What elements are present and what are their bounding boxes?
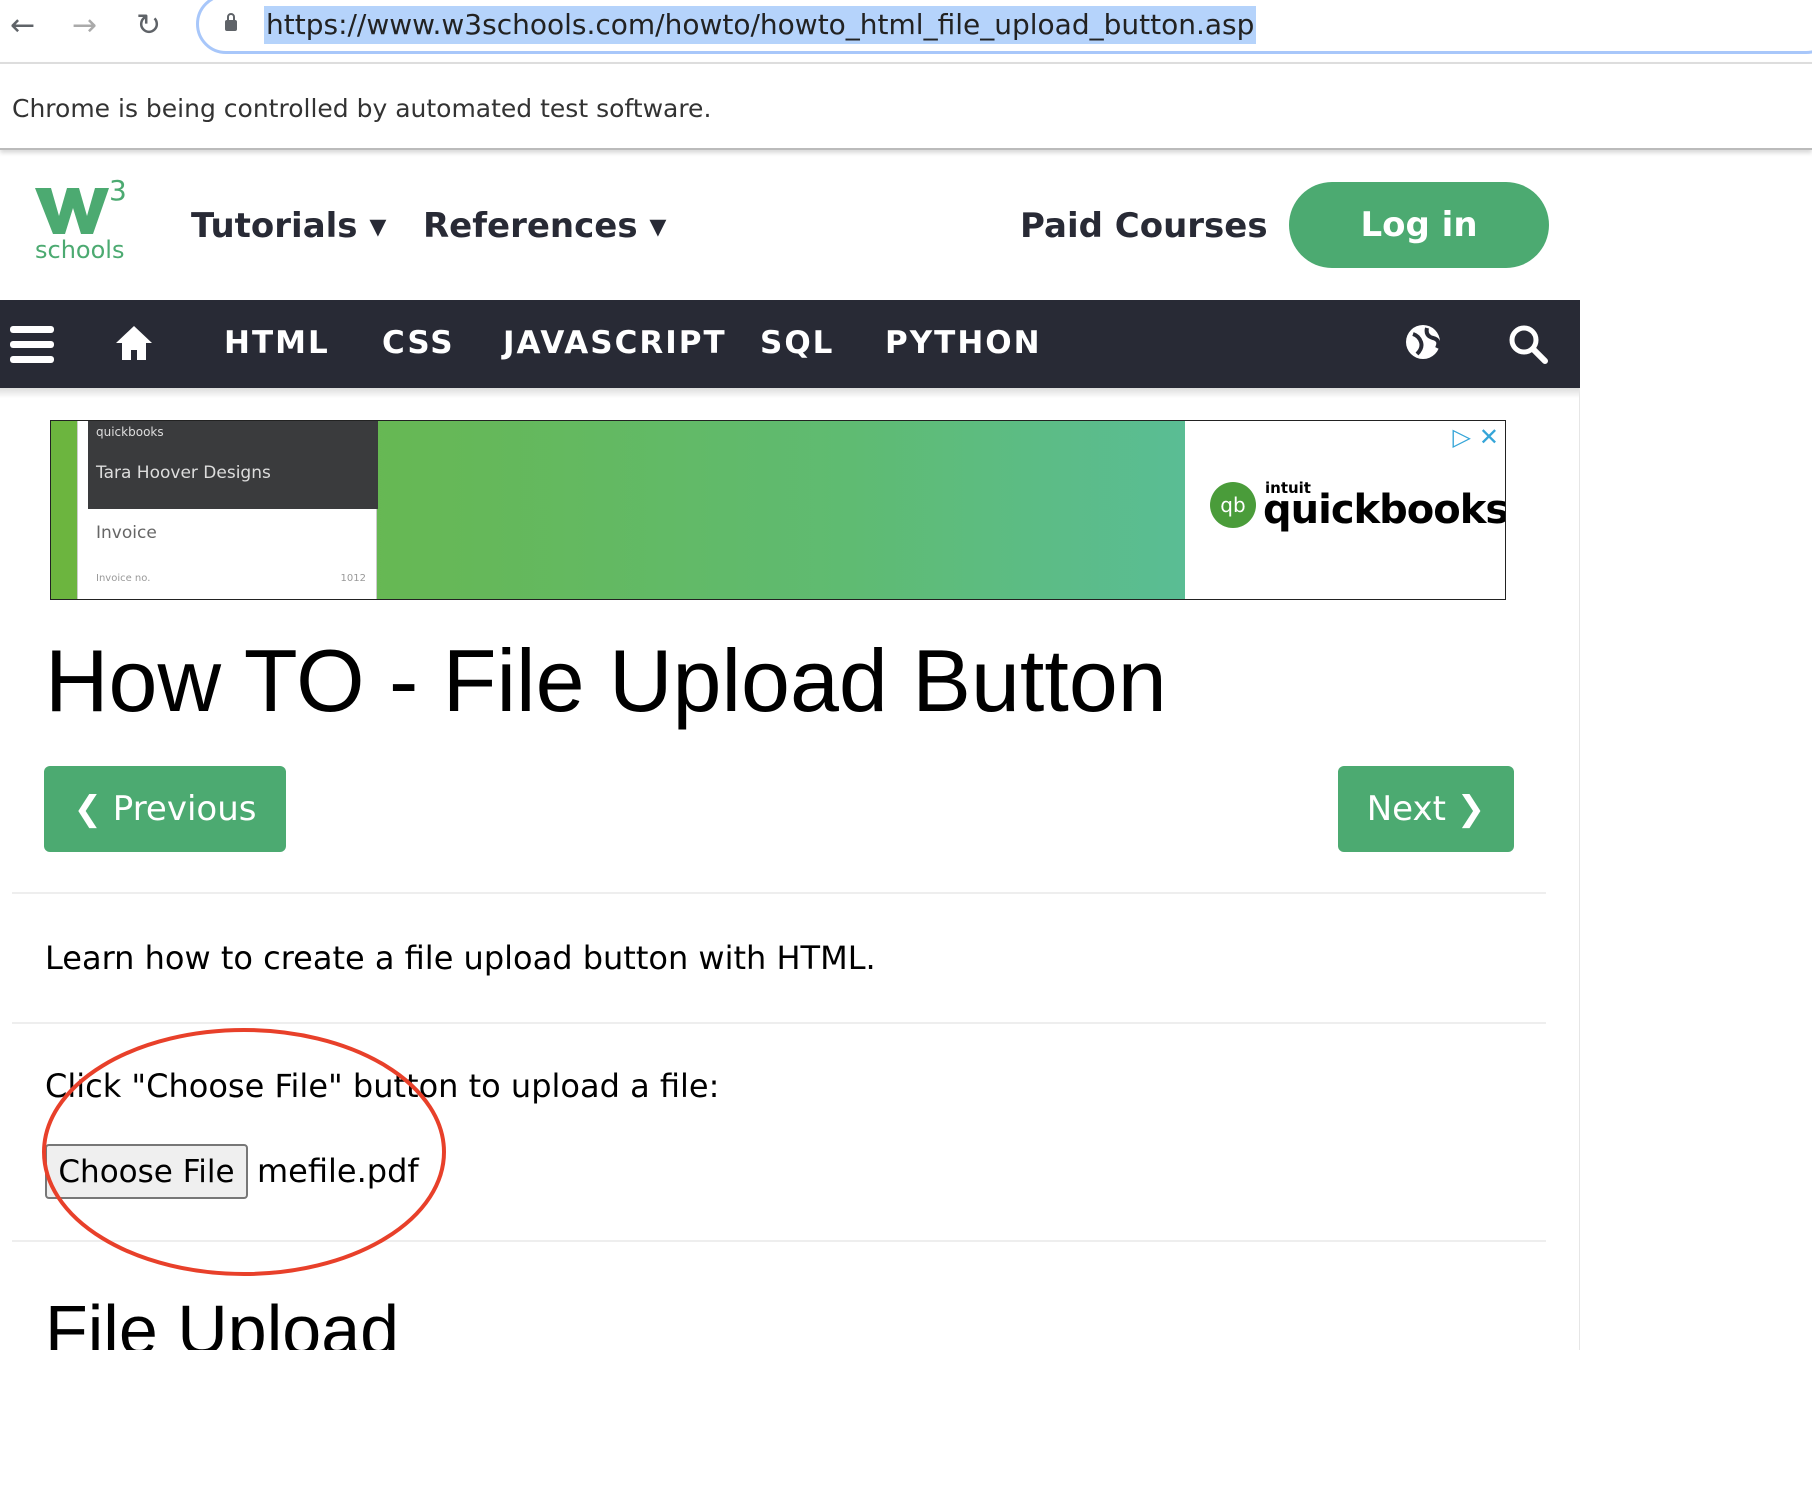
search-icon[interactable] bbox=[1508, 324, 1548, 364]
logo-text: schools bbox=[35, 236, 125, 264]
ad-invoice-card: quickbooks Tara Hoover Designs Invoice I… bbox=[77, 421, 378, 599]
ad-card-invoice-no: Invoice no. bbox=[96, 573, 151, 584]
ad-card-brand: quickbooks bbox=[96, 425, 164, 439]
ad-card-invoice: Invoice bbox=[96, 523, 157, 543]
ad-close-icon[interactable]: ✕ bbox=[1479, 423, 1499, 451]
ad-brand-panel: ▷ ✕ qb intuit quickbooks bbox=[1185, 421, 1506, 599]
ad-card-number: 1012 bbox=[340, 573, 366, 584]
paid-courses-link[interactable]: Paid Courses bbox=[1020, 206, 1268, 246]
tutorials-menu[interactable]: Tutorials ▾ bbox=[191, 206, 386, 246]
references-menu[interactable]: References ▾ bbox=[423, 206, 666, 246]
browser-toolbar: ← → ↻ https://www.w3schools.com/howto/ho… bbox=[0, 0, 1812, 62]
top-nav: HTML CSS JAVASCRIPT SQL PYTHON bbox=[0, 300, 1580, 388]
advertisement-banner[interactable]: quickbooks Tara Hoover Designs Invoice I… bbox=[50, 420, 1506, 600]
ad-card-company: Tara Hoover Designs bbox=[96, 463, 271, 483]
nav-css[interactable]: CSS bbox=[382, 325, 455, 361]
forward-icon[interactable]: → bbox=[72, 8, 97, 43]
w3-logo-mark-icon bbox=[35, 188, 109, 234]
divider bbox=[12, 1022, 1546, 1024]
nav-python[interactable]: PYTHON bbox=[885, 325, 1042, 361]
nav-sql[interactable]: SQL bbox=[760, 325, 834, 361]
site-header: 3 schools Tutorials ▾ References ▾ Paid … bbox=[0, 152, 1580, 300]
w3schools-logo[interactable]: 3 schools bbox=[35, 174, 130, 270]
next-button[interactable]: Next ❯ bbox=[1338, 766, 1514, 852]
content-border bbox=[1579, 388, 1580, 1350]
lock-icon bbox=[225, 13, 237, 31]
nav-html[interactable]: HTML bbox=[224, 325, 330, 361]
page-title: How TO - File Upload Button bbox=[45, 631, 1167, 730]
nav-shadow bbox=[0, 388, 1580, 398]
divider bbox=[12, 892, 1546, 894]
login-button[interactable]: Log in bbox=[1289, 182, 1549, 268]
previous-button[interactable]: ❮ Previous bbox=[44, 766, 286, 852]
svg-text:qb: qb bbox=[1220, 493, 1245, 517]
logo-superscript: 3 bbox=[109, 174, 127, 207]
annotation-ellipse bbox=[42, 1028, 446, 1276]
reload-icon[interactable]: ↻ bbox=[136, 8, 161, 43]
url-text[interactable]: https://www.w3schools.com/howto/howto_ht… bbox=[264, 6, 1257, 44]
home-icon[interactable] bbox=[114, 324, 154, 362]
adchoices-icon[interactable]: ▷ bbox=[1453, 423, 1471, 451]
globe-icon[interactable] bbox=[1405, 324, 1441, 360]
quickbooks-logo-icon: qb bbox=[1210, 482, 1256, 528]
section-heading: File Upload bbox=[45, 1291, 400, 1350]
intro-text: Learn how to create a file upload button… bbox=[45, 939, 876, 977]
automation-infobar: Chrome is being controlled by automated … bbox=[0, 62, 1812, 150]
ad-card-header: quickbooks Tara Hoover Designs bbox=[88, 421, 378, 509]
infobar-text: Chrome is being controlled by automated … bbox=[12, 94, 712, 123]
back-icon[interactable]: ← bbox=[10, 8, 35, 43]
menu-icon[interactable] bbox=[10, 326, 54, 364]
ad-brand: quickbooks bbox=[1263, 487, 1506, 533]
nav-javascript[interactable]: JAVASCRIPT bbox=[503, 325, 727, 361]
